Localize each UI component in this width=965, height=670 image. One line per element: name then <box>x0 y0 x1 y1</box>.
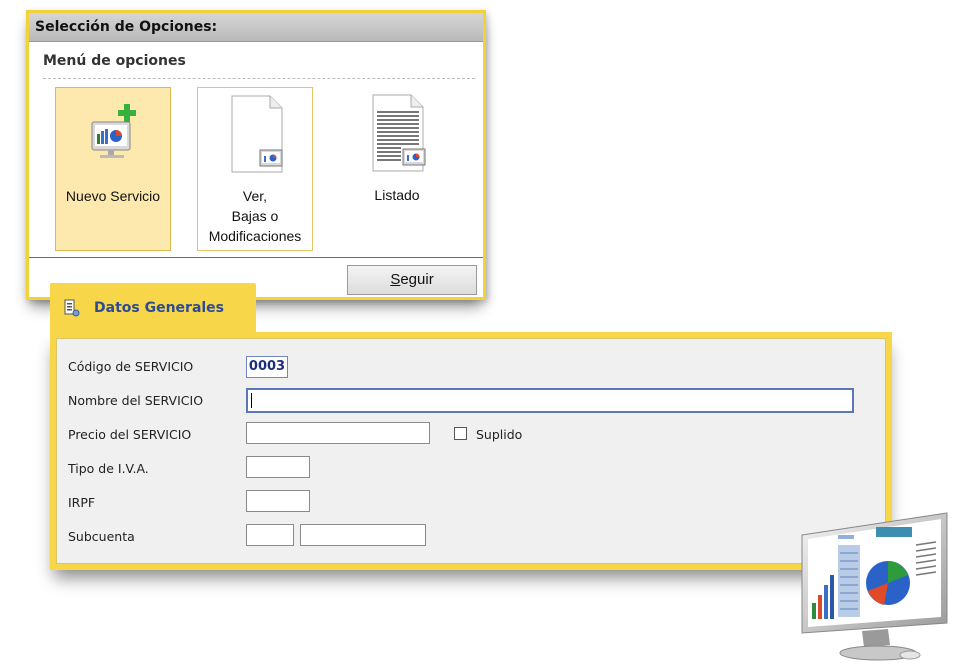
seguir-accelerator: S <box>390 271 401 288</box>
option-label: Listado <box>374 187 420 203</box>
text-caret <box>251 393 252 408</box>
nombre-label: Nombre del SERVICIO <box>68 393 204 408</box>
option-label-line: Bajas o <box>231 208 279 224</box>
option-listado[interactable]: Listado <box>339 87 455 251</box>
subcuenta-label: Subcuenta <box>68 529 135 544</box>
suplido-label: Suplido <box>476 427 523 442</box>
monitor-chart-icon <box>792 505 952 669</box>
options-panel-title: Selección de Opciones: <box>29 13 483 42</box>
option-label: Nuevo Servicio <box>65 188 161 204</box>
precio-label: Precio del SERVICIO <box>68 427 192 442</box>
nombre-field[interactable] <box>246 388 854 413</box>
irpf-label: IRPF <box>68 495 96 510</box>
precio-field[interactable] <box>246 422 430 444</box>
option-ver-bajas-modificaciones[interactable]: Ver, Bajas o Modificaciones <box>197 87 313 251</box>
option-label-line: Ver, <box>242 188 268 204</box>
codigo-label: Código de SERVICIO <box>68 359 194 374</box>
menu-divider <box>43 78 475 79</box>
options-panel: Selección de Opciones: Menú de opciones … <box>26 10 486 300</box>
tab-label: Datos Generales <box>94 300 225 316</box>
tab-datos-generales[interactable]: Datos Generales <box>50 283 256 335</box>
subcuenta-field-1[interactable] <box>246 524 294 546</box>
panel-separator <box>29 257 483 258</box>
document-monitor-icon <box>231 95 283 173</box>
seguir-button[interactable]: Seguir <box>347 265 477 295</box>
option-nuevo-servicio[interactable]: Nuevo Servicio <box>55 87 171 251</box>
menu-heading: Menú de opciones <box>43 53 186 69</box>
list-document-icon <box>372 94 426 172</box>
monitor-add-icon <box>91 104 136 158</box>
irpf-field[interactable] <box>246 490 310 512</box>
iva-field[interactable] <box>246 456 310 478</box>
seguir-label: eguir <box>400 271 434 288</box>
option-label: Ver, Bajas o Modificaciones <box>198 186 312 246</box>
subcuenta-field-2[interactable] <box>300 524 426 546</box>
iva-label: Tipo de I.V.A. <box>68 461 149 476</box>
option-label-line: Modificaciones <box>208 228 302 244</box>
suplido-checkbox[interactable] <box>454 427 467 440</box>
form-icon <box>64 299 80 321</box>
codigo-field[interactable]: 0003 <box>246 356 288 378</box>
